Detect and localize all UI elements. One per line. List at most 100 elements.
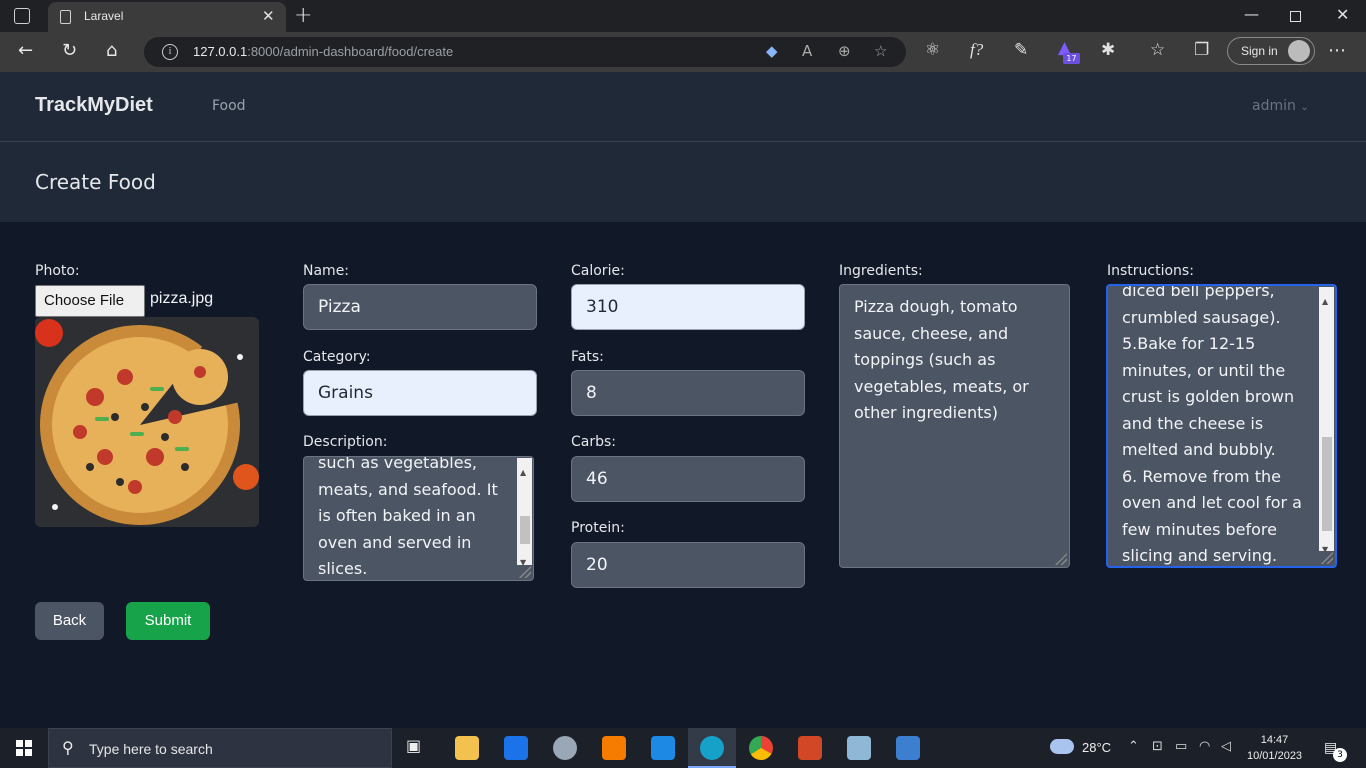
scroll-up-icon[interactable]: ▲ bbox=[520, 460, 526, 487]
food-photo-preview bbox=[35, 317, 259, 527]
maximize-icon[interactable] bbox=[1290, 11, 1301, 22]
description-textarea[interactable]: such as vegetables, meats, and seafood. … bbox=[303, 456, 534, 581]
volume-icon[interactable]: ◁ bbox=[1221, 739, 1231, 754]
resize-handle-icon[interactable] bbox=[519, 566, 531, 578]
collections-icon[interactable]: ❐ bbox=[1194, 40, 1209, 60]
site-info-icon[interactable]: i bbox=[162, 44, 178, 60]
photos-icon[interactable] bbox=[896, 736, 920, 760]
address-bar[interactable]: i 127.0.0.1:8000/admin-dashboard/food/cr… bbox=[144, 37, 906, 67]
calorie-label: Calorie: bbox=[571, 263, 625, 279]
description-label: Description: bbox=[303, 434, 388, 450]
extension-badge: 17 bbox=[1063, 53, 1080, 64]
browser-tab-strip: Laravel ✕ + — ✕ bbox=[0, 0, 1366, 32]
instructions-text: diced bell peppers, crumbled sausage). 5… bbox=[1122, 284, 1302, 565]
url-text[interactable]: 127.0.0.1:8000/admin-dashboard/food/crea… bbox=[193, 44, 453, 59]
scroll-thumb[interactable] bbox=[1322, 437, 1332, 531]
formula-extension-icon[interactable]: f? bbox=[970, 40, 983, 60]
clock-date: 10/01/2023 bbox=[1247, 750, 1303, 762]
paint-icon[interactable] bbox=[553, 736, 577, 760]
ingredients-textarea[interactable]: Pizza dough, tomato sauce, cheese, and t… bbox=[839, 284, 1070, 568]
xampp-icon[interactable] bbox=[602, 736, 626, 760]
windows-start-icon[interactable] bbox=[16, 740, 32, 756]
system-clock[interactable]: 14:47 10/01/2023 bbox=[1247, 732, 1302, 764]
submit-button[interactable]: Submit bbox=[126, 602, 210, 640]
taskbar-search-box[interactable]: ⚲ Type here to search bbox=[48, 728, 392, 768]
ingredients-label: Ingredients: bbox=[839, 263, 923, 279]
protein-label: Protein: bbox=[571, 520, 625, 536]
chrome-icon[interactable] bbox=[749, 736, 773, 760]
notepad-icon[interactable] bbox=[847, 736, 871, 760]
user-dropdown[interactable]: admin ⌄ bbox=[1252, 98, 1309, 114]
calorie-input[interactable]: 310 bbox=[571, 284, 805, 330]
category-input[interactable]: Grains bbox=[303, 370, 537, 416]
page-icon bbox=[60, 10, 71, 24]
add-favorite-icon[interactable]: ☆ bbox=[874, 42, 887, 60]
new-tab-icon[interactable]: + bbox=[294, 3, 312, 28]
instructions-scrollbar[interactable]: ▲ ▼ bbox=[1319, 287, 1334, 554]
file-name: pizza.jpg bbox=[150, 290, 214, 307]
file-explorer-icon[interactable] bbox=[455, 736, 479, 760]
ingredients-text: Pizza dough, tomato sauce, cheese, and t… bbox=[854, 297, 1029, 422]
category-label: Category: bbox=[303, 349, 371, 365]
home-icon[interactable]: ⌂ bbox=[106, 40, 117, 61]
scroll-thumb[interactable] bbox=[520, 516, 530, 544]
favorites-icon[interactable]: ☆ bbox=[1150, 40, 1165, 60]
create-food-form: Photo: Choose File pizza.jpg Name: Pizza… bbox=[0, 222, 1366, 728]
back-button[interactable]: Back bbox=[35, 602, 104, 640]
browser-tab[interactable]: Laravel ✕ bbox=[48, 2, 286, 32]
notifications-badge: 3 bbox=[1333, 748, 1347, 762]
fats-label: Fats: bbox=[571, 349, 604, 365]
chevron-down-icon: ⌄ bbox=[1300, 102, 1309, 113]
window-close-icon[interactable]: ✕ bbox=[1336, 5, 1349, 24]
tab-actions-icon[interactable] bbox=[14, 8, 30, 24]
pizza-image bbox=[35, 317, 259, 527]
user-name: admin bbox=[1252, 98, 1296, 114]
description-text: such as vegetables, meats, and seafood. … bbox=[318, 456, 498, 578]
refresh-icon[interactable]: ↻ bbox=[62, 40, 77, 61]
read-aloud-icon[interactable]: A bbox=[802, 42, 812, 60]
protein-input[interactable]: 20 bbox=[571, 542, 805, 588]
fats-input[interactable]: 8 bbox=[571, 370, 805, 416]
extensions-puzzle-icon[interactable]: ✱ bbox=[1101, 40, 1115, 60]
browser-toolbar: ← ↻ ⌂ i 127.0.0.1:8000/admin-dashboard/f… bbox=[0, 32, 1366, 72]
clock-time: 14:47 bbox=[1260, 734, 1289, 746]
tab-close-icon[interactable]: ✕ bbox=[262, 7, 275, 25]
show-hidden-icons-chevron-icon[interactable]: ⌃ bbox=[1128, 739, 1139, 754]
scroll-up-icon[interactable]: ▲ bbox=[1322, 289, 1328, 316]
color-picker-extension-icon[interactable]: ✎ bbox=[1014, 40, 1028, 60]
page-title: Create Food bbox=[35, 170, 156, 194]
battery-icon[interactable]: ▭ bbox=[1175, 739, 1187, 754]
wifi-icon[interactable]: ◠ bbox=[1199, 739, 1210, 754]
page-header: Create Food bbox=[0, 142, 1366, 222]
react-devtools-icon[interactable]: ⚛ bbox=[925, 40, 940, 60]
edge-icon bbox=[700, 736, 724, 760]
weather-temperature[interactable]: 28°C bbox=[1082, 740, 1111, 755]
name-label: Name: bbox=[303, 263, 350, 279]
resize-handle-icon[interactable] bbox=[1055, 553, 1067, 565]
windows-taskbar: ⚲ Type here to search ▣ 28°C ⌃ ⊡ ▭ ◠ ◁ 1… bbox=[0, 728, 1366, 768]
description-scrollbar[interactable]: ▲ ▼ bbox=[517, 458, 532, 567]
instructions-textarea[interactable]: diced bell peppers, crumbled sausage). 5… bbox=[1106, 284, 1337, 568]
search-icon: ⚲ bbox=[62, 738, 74, 757]
minimize-icon[interactable]: — bbox=[1244, 5, 1259, 23]
back-arrow-icon[interactable]: ← bbox=[18, 40, 33, 61]
resize-handle-icon[interactable] bbox=[1321, 552, 1333, 564]
more-options-icon[interactable]: ⋯ bbox=[1328, 40, 1346, 61]
sign-in-button[interactable]: Sign in bbox=[1227, 37, 1315, 65]
mail-icon[interactable] bbox=[504, 736, 528, 760]
carbs-input[interactable]: 46 bbox=[571, 456, 805, 502]
zoom-icon[interactable]: ⊕ bbox=[838, 42, 851, 60]
choose-file-button[interactable]: Choose File bbox=[35, 285, 145, 317]
photo-label: Photo: bbox=[35, 263, 80, 279]
taskbar-search-placeholder: Type here to search bbox=[89, 741, 213, 757]
powerpoint-icon[interactable] bbox=[798, 736, 822, 760]
vscode-icon[interactable] bbox=[651, 736, 675, 760]
tag-icon[interactable]: ◆ bbox=[766, 42, 778, 60]
meet-now-icon[interactable]: ⊡ bbox=[1152, 739, 1163, 754]
weather-cloud-icon[interactable] bbox=[1050, 739, 1074, 754]
avatar-icon bbox=[1288, 40, 1310, 62]
brand-logo[interactable]: TrackMyDiet bbox=[35, 94, 153, 117]
name-input[interactable]: Pizza bbox=[303, 284, 537, 330]
nav-link-food[interactable]: Food bbox=[212, 98, 246, 114]
task-view-icon[interactable]: ▣ bbox=[406, 736, 430, 760]
